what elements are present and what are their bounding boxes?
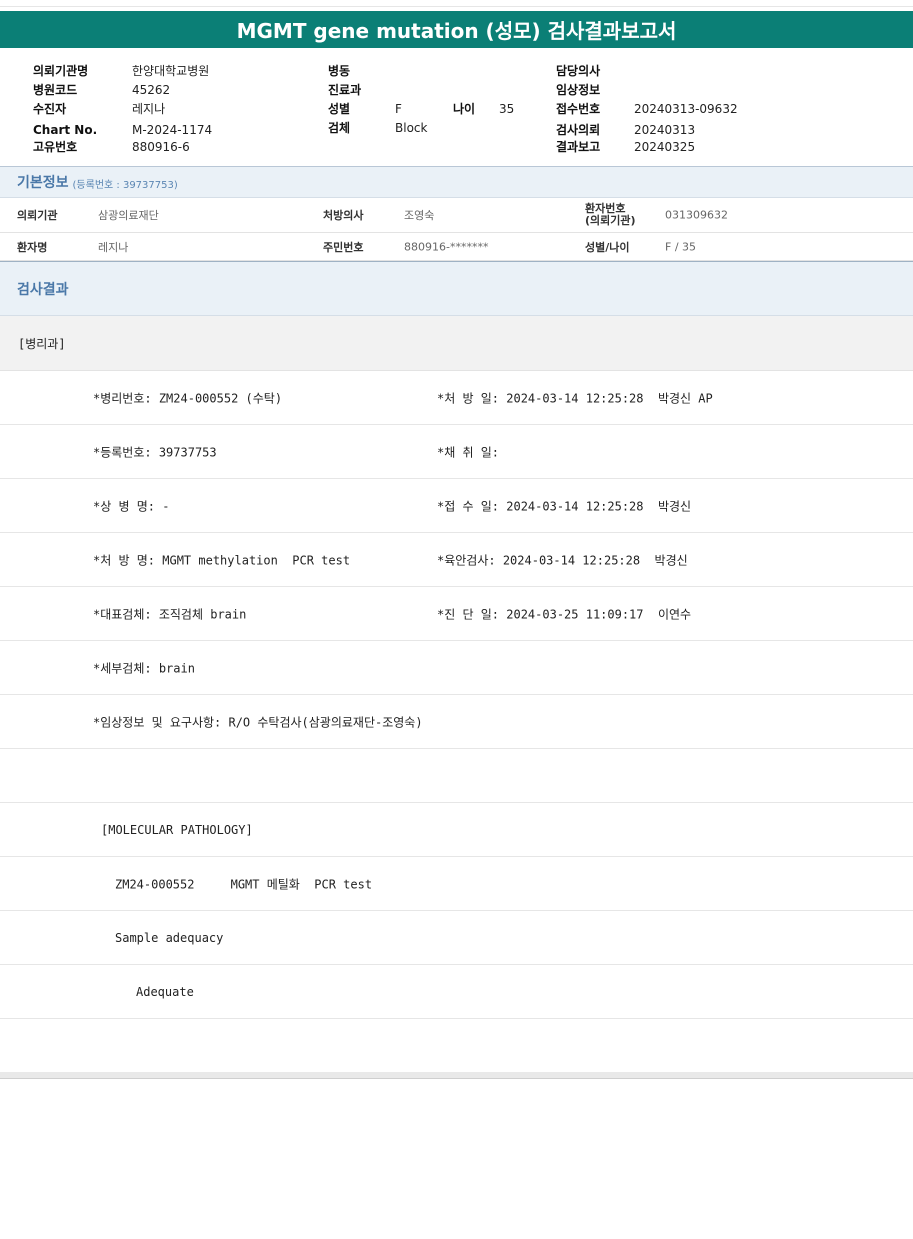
basic-info-row: 환자명 레지나 주민번호 880916-******* 성별/나이 F / 35 — [0, 233, 913, 261]
header-label: 수진자 — [33, 102, 67, 116]
header-value: 35 — [499, 102, 515, 116]
result-line: *병리번호: ZM24-000552 (수탁) *처 방 일: 2024-03-… — [0, 371, 913, 425]
result-field: *육안검사: 2024-03-14 12:25:28 박경신 — [437, 553, 688, 567]
result-line: *임상정보 및 요구사항: R/O 수탁검사(삼광의료재단-조영숙) — [0, 695, 913, 749]
header-label: 고유번호 — [33, 140, 78, 154]
molecular-test-line: ZM24-000552 MGMT 메틸화 PCR test — [115, 877, 373, 891]
header-value: 20240325 — [634, 140, 696, 154]
result-field: *세부검체: brain — [93, 661, 195, 675]
header-label: 병원코드 — [33, 83, 78, 97]
result-field: *임상정보 및 요구사항: R/O 수탁검사(삼광의료재단-조영숙) — [93, 715, 423, 729]
patient-number-label: 환자번호 (의뢰기관) — [585, 203, 636, 227]
molecular-heading: [MOLECULAR PATHOLOGY] — [101, 822, 253, 837]
doctor-label: 처방의사 — [323, 209, 364, 222]
header-label: 결과보고 — [556, 140, 601, 154]
result-field: *처 방 명: MGMT methylation PCR test — [93, 553, 351, 567]
header-label: 나이 — [453, 102, 476, 116]
result-line: *세부검체: brain — [0, 641, 913, 695]
header-label: 임상정보 — [556, 83, 601, 97]
patient-name-label: 환자명 — [17, 240, 48, 254]
header-label: 검체 — [328, 121, 351, 135]
result-field: *등록번호: 39737753 — [93, 445, 217, 459]
result-line: [MOLECULAR PATHOLOGY] — [0, 803, 913, 857]
report-title-bar: MGMT gene mutation (성모) 검사결과보고서 — [0, 11, 913, 48]
registration-number: (등록번호 : 39737753) — [72, 179, 178, 191]
patient-number-value: 031309632 — [665, 208, 728, 222]
rrn-value: 880916-******* — [404, 240, 489, 253]
rrn-label: 주민번호 — [323, 240, 364, 254]
report-header: 의뢰기관명 한양대학교병원 병원코드 45262 수진자 레지나 Chart N… — [0, 48, 913, 166]
header-label: 성별 — [328, 102, 351, 116]
result-heading: 검사결과 — [17, 281, 69, 298]
result-title: 검사결과 — [0, 261, 913, 316]
result-field: *진 단 일: 2024-03-25 11:09:17 이연수 — [437, 607, 692, 621]
institution-label: 의뢰기관 — [17, 209, 58, 222]
result-field: *병리번호: ZM24-000552 (수탁) — [93, 391, 283, 405]
result-field: *채 취 일: — [437, 445, 500, 459]
basic-info-title: 기본정보 (등록번호 : 39737753) — [0, 166, 913, 198]
patient-number-label-line2: (의뢰기관) — [585, 214, 636, 227]
header-value: 20240313-09632 — [634, 102, 738, 116]
result-line: *등록번호: 39737753 *채 취 일: — [0, 425, 913, 479]
department-label: [병리과] — [18, 336, 66, 351]
header-value: 레지나 — [132, 102, 166, 116]
result-line: Sample adequacy — [0, 911, 913, 965]
top-border — [0, 0, 913, 7]
report-title: MGMT gene mutation (성모) 검사결과보고서 — [236, 19, 677, 43]
institution-value: 삼광의료재단 — [98, 209, 159, 222]
result-field: *접 수 일: 2024-03-14 12:25:28 박경신 — [437, 499, 692, 513]
header-label: 담당의사 — [556, 64, 601, 78]
sample-adequacy-label: Sample adequacy — [115, 930, 224, 945]
header-label: Chart No. — [33, 123, 98, 137]
basic-info-row: 의뢰기관 삼광의료재단 처방의사 조영숙 환자번호 (의뢰기관) 0313096… — [0, 198, 913, 233]
result-line: ZM24-000552 MGMT 메틸화 PCR test — [0, 857, 913, 911]
patient-name-value: 레지나 — [98, 240, 129, 254]
result-line: *처 방 명: MGMT methylation PCR test *육안검사:… — [0, 533, 913, 587]
doctor-value: 조영숙 — [404, 209, 435, 222]
header-label: 진료과 — [328, 83, 362, 97]
result-field: *대표검체: 조직검체 brain — [93, 607, 247, 621]
header-value: Block — [395, 121, 428, 135]
header-label: 병동 — [328, 64, 351, 78]
header-value: M-2024-1174 — [132, 123, 213, 137]
header-value: 45262 — [132, 83, 171, 97]
result-field: *상 병 명: - — [93, 499, 170, 513]
bottom-border — [0, 1072, 913, 1079]
header-value: 20240313 — [634, 123, 696, 137]
sex-age-label: 성별/나이 — [585, 240, 630, 254]
header-value: 880916-6 — [132, 140, 190, 154]
blank-line — [0, 749, 913, 803]
result-line: Adequate — [0, 965, 913, 1019]
result-line: *대표검체: 조직검체 brain *진 단 일: 2024-03-25 11:… — [0, 587, 913, 641]
header-label: 접수번호 — [556, 102, 601, 116]
department-row: [병리과] — [0, 316, 913, 371]
header-value: 한양대학교병원 — [132, 64, 210, 78]
header-value: F — [395, 102, 402, 116]
header-label: 검사의뢰 — [556, 123, 601, 137]
result-line: *상 병 명: - *접 수 일: 2024-03-14 12:25:28 박경… — [0, 479, 913, 533]
sample-adequacy-value: Adequate — [136, 984, 194, 999]
header-label: 의뢰기관명 — [33, 64, 89, 78]
sex-age-value: F / 35 — [665, 240, 697, 253]
basic-info-heading: 기본정보 — [17, 175, 69, 191]
result-field: *처 방 일: 2024-03-14 12:25:28 박경신 AP — [437, 391, 713, 405]
